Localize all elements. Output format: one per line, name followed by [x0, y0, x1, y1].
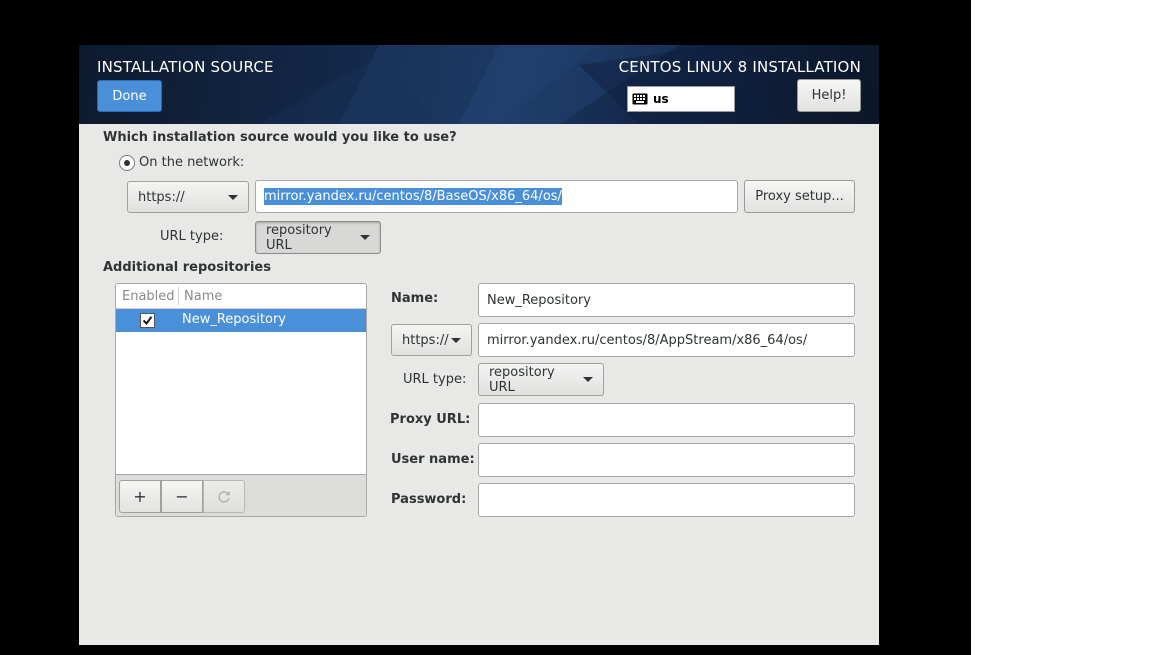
repo-name: New_Repository	[182, 312, 286, 327]
list-toolbar: + −	[116, 474, 366, 516]
repo-name-input[interactable]: New_Repository	[478, 283, 855, 317]
chevron-down-icon	[451, 337, 461, 343]
keyboard-layout-label: us	[653, 92, 669, 106]
chevron-down-icon	[583, 377, 593, 382]
list-header: Enabled Name	[116, 284, 366, 309]
keyboard-layout-indicator[interactable]: us	[627, 86, 735, 112]
keyboard-icon	[632, 93, 648, 105]
header-pattern	[259, 45, 779, 124]
enabled-checkbox[interactable]	[140, 313, 155, 328]
source-url-input[interactable]: mirror.yandex.ru/centos/8/BaseOS/x86_64/…	[255, 180, 738, 213]
network-radio[interactable]	[119, 155, 135, 171]
repo-url-input[interactable]: mirror.yandex.ru/centos/8/AppStream/x86_…	[478, 323, 855, 357]
protocol-dropdown[interactable]: https://	[127, 181, 249, 213]
column-enabled[interactable]: Enabled	[122, 289, 175, 304]
remove-repo-button[interactable]: −	[161, 480, 203, 513]
url-type-value: repository URL	[266, 222, 332, 253]
url-type-dropdown[interactable]: repository URL	[255, 221, 381, 254]
plus-icon: +	[133, 487, 147, 506]
protocol-value: https://	[138, 189, 185, 205]
checkmark-icon	[142, 316, 153, 326]
minus-icon: −	[175, 487, 189, 506]
repo-url-type-label: URL type:	[403, 372, 467, 387]
url-type-label: URL type:	[160, 229, 224, 244]
additional-repos-heading: Additional repositories	[103, 260, 271, 275]
source-url-selected-text: mirror.yandex.ru/centos/8/BaseOS/x86_64/…	[264, 188, 562, 205]
header-bar: INSTALLATION SOURCE CENTOS LINUX 8 INSTA…	[79, 45, 879, 124]
repo-protocol-dropdown[interactable]: https://	[391, 324, 472, 356]
password-input[interactable]	[478, 483, 855, 517]
add-repo-button[interactable]: +	[119, 480, 161, 513]
column-name[interactable]: Name	[184, 289, 222, 304]
list-item[interactable]: New_Repository	[116, 309, 366, 332]
refresh-icon	[218, 490, 230, 503]
column-divider	[178, 287, 179, 305]
page-title: INSTALLATION SOURCE	[97, 58, 274, 76]
proxy-url-input[interactable]	[478, 403, 855, 437]
done-button[interactable]: Done	[97, 80, 162, 112]
password-label: Password:	[391, 492, 467, 507]
repo-name-label: Name:	[391, 291, 439, 306]
username-input[interactable]	[478, 443, 855, 477]
proxy-url-label: Proxy URL:	[390, 412, 471, 427]
repo-url-type-dropdown[interactable]: repository URL	[478, 363, 604, 396]
additional-repos-list: Enabled Name New_Repository + −	[115, 283, 367, 517]
revert-repo-button[interactable]	[203, 480, 245, 513]
proxy-setup-button[interactable]: Proxy setup...	[744, 180, 855, 213]
repo-url-value: mirror.yandex.ru/centos/8/AppStream/x86_…	[487, 332, 808, 348]
username-label: User name:	[391, 452, 475, 467]
chevron-down-icon	[360, 235, 370, 240]
repo-url-type-value: repository URL	[489, 364, 555, 395]
installation-source-window: INSTALLATION SOURCE CENTOS LINUX 8 INSTA…	[79, 45, 879, 645]
help-button[interactable]: Help!	[797, 79, 861, 112]
source-question: Which installation source would you like…	[103, 130, 457, 145]
product-title: CENTOS LINUX 8 INSTALLATION	[618, 58, 861, 76]
repo-protocol-value: https://	[402, 332, 449, 348]
chevron-down-icon	[228, 194, 238, 200]
repo-name-value: New_Repository	[487, 292, 591, 308]
network-option-label[interactable]: On the network:	[139, 155, 244, 170]
